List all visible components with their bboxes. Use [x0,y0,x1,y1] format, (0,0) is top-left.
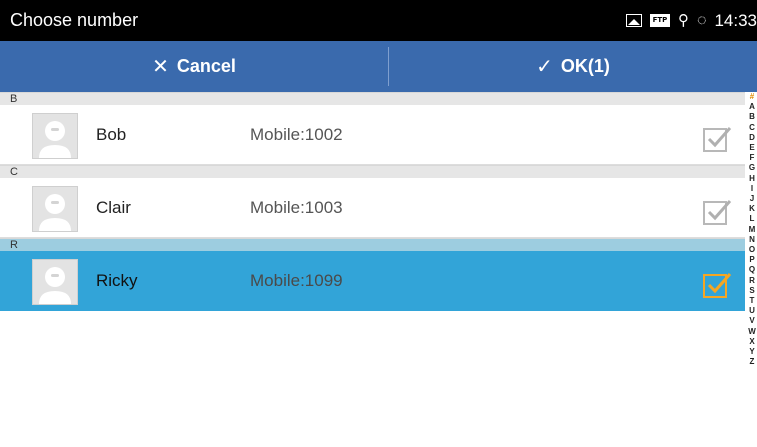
index-letter[interactable]: S [747,286,757,296]
index-letter[interactable]: E [747,143,757,153]
clock: 14:33 [714,10,757,30]
section-header-c: C [0,165,745,178]
avatar [32,186,78,232]
index-letter[interactable]: K [747,204,757,214]
index-letter[interactable]: Y [747,347,757,357]
section-header-r: R [0,238,745,251]
cancel-button[interactable]: ✕ Cancel [0,41,388,92]
checkbox-unchecked-icon[interactable] [702,123,732,153]
contact-name: Ricky [96,271,138,290]
ok-label: OK(1) [560,56,610,76]
index-letter[interactable]: F [747,153,757,163]
check-icon: ✓ [536,56,553,78]
sync-icon: ◌ [696,11,707,29]
index-letter[interactable]: N [747,235,757,245]
usb-icon: ⚲ [677,12,689,29]
ok-button[interactable]: ✓ OK(1) [389,41,757,92]
status-icons: FTP ⚲ ◌ 14:33 [625,0,757,41]
index-letter[interactable]: # [747,92,757,102]
contact-row[interactable]: Bob Mobile:1002 [0,105,745,165]
index-letter[interactable]: L [747,214,757,224]
action-bar: ✕ Cancel ✓ OK(1) [0,41,757,92]
index-letter[interactable]: P [747,255,757,265]
contact-list: B Bob Mobile:1002 C Clair Mobile:1003 R … [0,92,745,311]
avatar [32,113,78,159]
index-letter[interactable]: W [747,327,757,337]
close-icon: ✕ [152,56,169,78]
contact-name: Clair [96,198,131,217]
contact-phone: Mobile:1002 [250,125,343,144]
index-letter[interactable]: T [747,296,757,306]
index-letter[interactable]: I [747,184,757,194]
index-letter[interactable]: H [747,174,757,184]
picture-icon [625,14,642,27]
index-letter[interactable]: M [747,225,757,235]
section-header-b: B [0,92,745,105]
index-letter[interactable]: C [747,123,757,133]
index-letter[interactable]: J [747,194,757,204]
index-letter[interactable]: V [747,316,757,326]
ftp-icon: FTP [649,14,670,27]
contact-phone: Mobile:1003 [250,198,343,217]
index-letter[interactable]: U [747,306,757,316]
contact-row-selected[interactable]: Ricky Mobile:1099 [0,251,745,311]
index-letter[interactable]: Z [747,357,757,367]
alphabet-index[interactable]: # A B C D E F G H I J K L M N O P Q R S … [747,92,757,447]
status-bar: Choose number FTP ⚲ ◌ 14:33 [0,0,757,41]
contact-row[interactable]: Clair Mobile:1003 [0,178,745,238]
checkbox-unchecked-icon[interactable] [702,196,732,226]
index-letter[interactable]: Q [747,265,757,275]
index-letter[interactable]: X [747,337,757,347]
avatar [32,259,78,305]
screen-title: Choose number [10,10,139,30]
contact-phone: Mobile:1099 [250,271,343,290]
index-letter[interactable]: G [747,163,757,173]
cancel-label: Cancel [176,56,236,76]
index-letter[interactable]: A [747,102,757,112]
index-letter[interactable]: D [747,133,757,143]
index-letter[interactable]: O [747,245,757,255]
index-letter[interactable]: B [747,112,757,122]
index-letter[interactable]: R [747,276,757,286]
checkbox-checked-icon[interactable] [702,269,732,299]
contact-name: Bob [96,125,127,144]
